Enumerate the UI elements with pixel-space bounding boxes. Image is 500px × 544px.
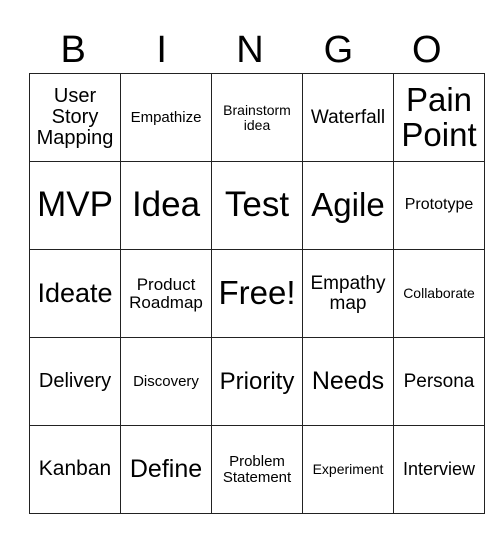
bingo-cell[interactable]: Waterfall <box>302 73 394 162</box>
bingo-cell[interactable]: Experiment <box>302 425 394 514</box>
bingo-cell[interactable]: User Story Mapping <box>29 73 121 162</box>
bingo-cell[interactable]: Idea <box>120 161 212 250</box>
bingo-cell[interactable]: MVP <box>29 161 121 250</box>
bingo-row: MVP Idea Test Agile Prototype <box>29 161 485 250</box>
bingo-cell[interactable]: Product Roadmap <box>120 249 212 338</box>
bingo-cell[interactable]: Problem Statement <box>211 425 303 514</box>
bingo-cell[interactable]: Define <box>120 425 212 514</box>
bingo-cell[interactable]: Brainstorm idea <box>211 73 303 162</box>
bingo-cell[interactable]: Empathize <box>120 73 212 162</box>
header-letter-o: O <box>412 29 442 71</box>
header-letter-g: G <box>323 29 354 71</box>
bingo-cell[interactable]: Interview <box>393 425 485 514</box>
bingo-cell[interactable]: Empathy map <box>302 249 394 338</box>
bingo-cell[interactable]: Kanban <box>29 425 121 514</box>
bingo-header: B I N G O <box>29 28 471 73</box>
header-letter-b: B <box>60 29 86 71</box>
bingo-cell[interactable]: Agile <box>302 161 394 250</box>
bingo-cell[interactable]: Ideate <box>29 249 121 338</box>
bingo-row: User Story Mapping Empathize Brainstorm id… <box>29 73 485 162</box>
header-letter-i: I <box>156 29 167 71</box>
bingo-grid: User Story Mapping Empathize Brainstorm id… <box>29 73 485 514</box>
bingo-row: Delivery Discovery Priority Needs Persona <box>29 337 485 426</box>
bingo-cell[interactable]: Collaborate <box>393 249 485 338</box>
header-letter-n: N <box>236 29 264 71</box>
bingo-row: Ideate Product Roadmap Free! Empathy map Col… <box>29 249 485 338</box>
bingo-cell[interactable]: Discovery <box>120 337 212 426</box>
bingo-cell[interactable]: Prototype <box>393 161 485 250</box>
bingo-cell[interactable]: Persona <box>393 337 485 426</box>
bingo-row: Kanban Define Problem Statement Experiment I… <box>29 425 485 514</box>
bingo-cell[interactable]: Test <box>211 161 303 250</box>
bingo-cell[interactable]: Pain Point <box>393 73 485 162</box>
free-space-cell[interactable]: Free! <box>211 249 303 338</box>
bingo-cell[interactable]: Delivery <box>29 337 121 426</box>
bingo-cell[interactable]: Needs <box>302 337 394 426</box>
bingo-cell[interactable]: Priority <box>211 337 303 426</box>
